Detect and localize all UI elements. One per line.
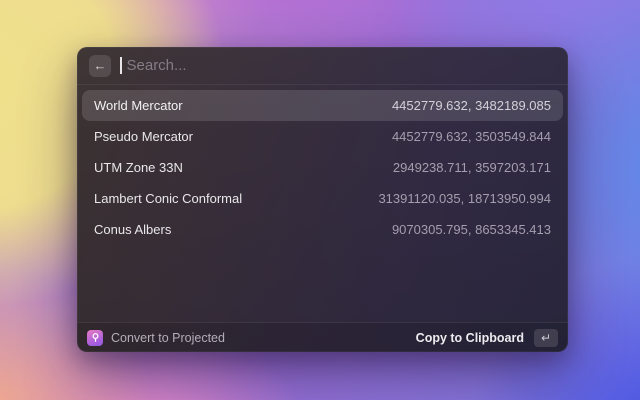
- result-value: 4452779.632, 3482189.085: [392, 98, 551, 113]
- result-value: 9070305.795, 8653345.413: [392, 222, 551, 237]
- result-label: World Mercator: [94, 98, 183, 113]
- result-label: UTM Zone 33N: [94, 160, 183, 175]
- footer-bar: Convert to Projected Copy to Clipboard ↵: [77, 322, 568, 352]
- command-title: Convert to Projected: [111, 331, 225, 345]
- return-key-icon: ↵: [534, 329, 558, 347]
- list-item[interactable]: Lambert Conic Conformal 31391120.035, 18…: [82, 183, 563, 214]
- list-item[interactable]: UTM Zone 33N 2949238.711, 3597203.171: [82, 152, 563, 183]
- list-item[interactable]: Conus Albers 9070305.795, 8653345.413: [82, 214, 563, 245]
- list-item[interactable]: World Mercator 4452779.632, 3482189.085: [82, 90, 563, 121]
- result-label: Pseudo Mercator: [94, 129, 193, 144]
- result-value: 4452779.632, 3503549.844: [392, 129, 551, 144]
- result-value: 2949238.711, 3597203.171: [393, 160, 551, 175]
- copy-to-clipboard-button[interactable]: Copy to Clipboard: [416, 331, 524, 345]
- search-input[interactable]: [127, 57, 557, 74]
- text-caret: [120, 57, 122, 74]
- results-list: World Mercator 4452779.632, 3482189.085 …: [77, 85, 568, 322]
- search-bar: ←: [77, 47, 568, 85]
- result-label: Lambert Conic Conformal: [94, 191, 242, 206]
- list-item[interactable]: Pseudo Mercator 4452779.632, 3503549.844: [82, 121, 563, 152]
- map-pin-icon: [87, 330, 103, 346]
- back-button[interactable]: ←: [89, 55, 111, 77]
- result-label: Conus Albers: [94, 222, 171, 237]
- result-value: 31391120.035, 18713950.994: [378, 191, 551, 206]
- raycast-window: ← World Mercator 4452779.632, 3482189.08…: [77, 47, 568, 352]
